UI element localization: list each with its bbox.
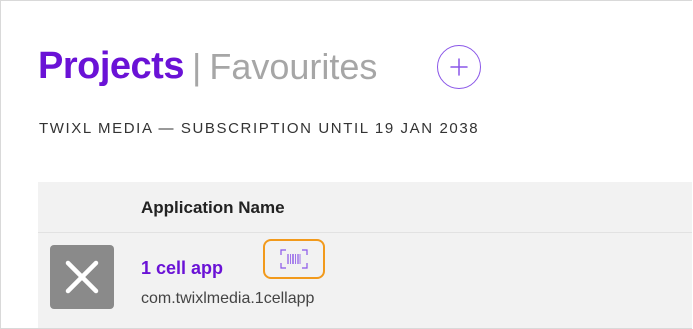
projects-table: Application Name 1 cell app com.twixlmed… <box>38 182 692 328</box>
table-row[interactable]: 1 cell app com.twixlmedia.1cellapp <box>38 233 692 328</box>
barcode-scan-button[interactable] <box>263 239 325 279</box>
barcode-scan-icon <box>280 249 308 269</box>
title-separator: | <box>191 45 202 87</box>
x-icon <box>65 260 99 294</box>
bundle-identifier: com.twixlmedia.1cellapp <box>141 290 315 307</box>
projects-panel: Projects | Favourites TWIXL MEDIA — SUBS… <box>0 0 692 329</box>
page-title: Projects | Favourites <box>38 45 377 88</box>
app-thumbnail[interactable] <box>50 245 114 309</box>
column-header-application-name[interactable]: Application Name <box>141 198 285 218</box>
plus-icon <box>450 58 468 76</box>
subscription-info: TWIXL MEDIA — SUBSCRIPTION UNTIL 19 JAN … <box>39 120 480 137</box>
table-header: Application Name <box>38 182 692 233</box>
tab-favourites[interactable]: Favourites <box>209 46 377 88</box>
app-name-link[interactable]: 1 cell app <box>141 258 223 279</box>
tab-projects[interactable]: Projects <box>38 45 184 88</box>
add-project-button[interactable] <box>437 45 481 89</box>
